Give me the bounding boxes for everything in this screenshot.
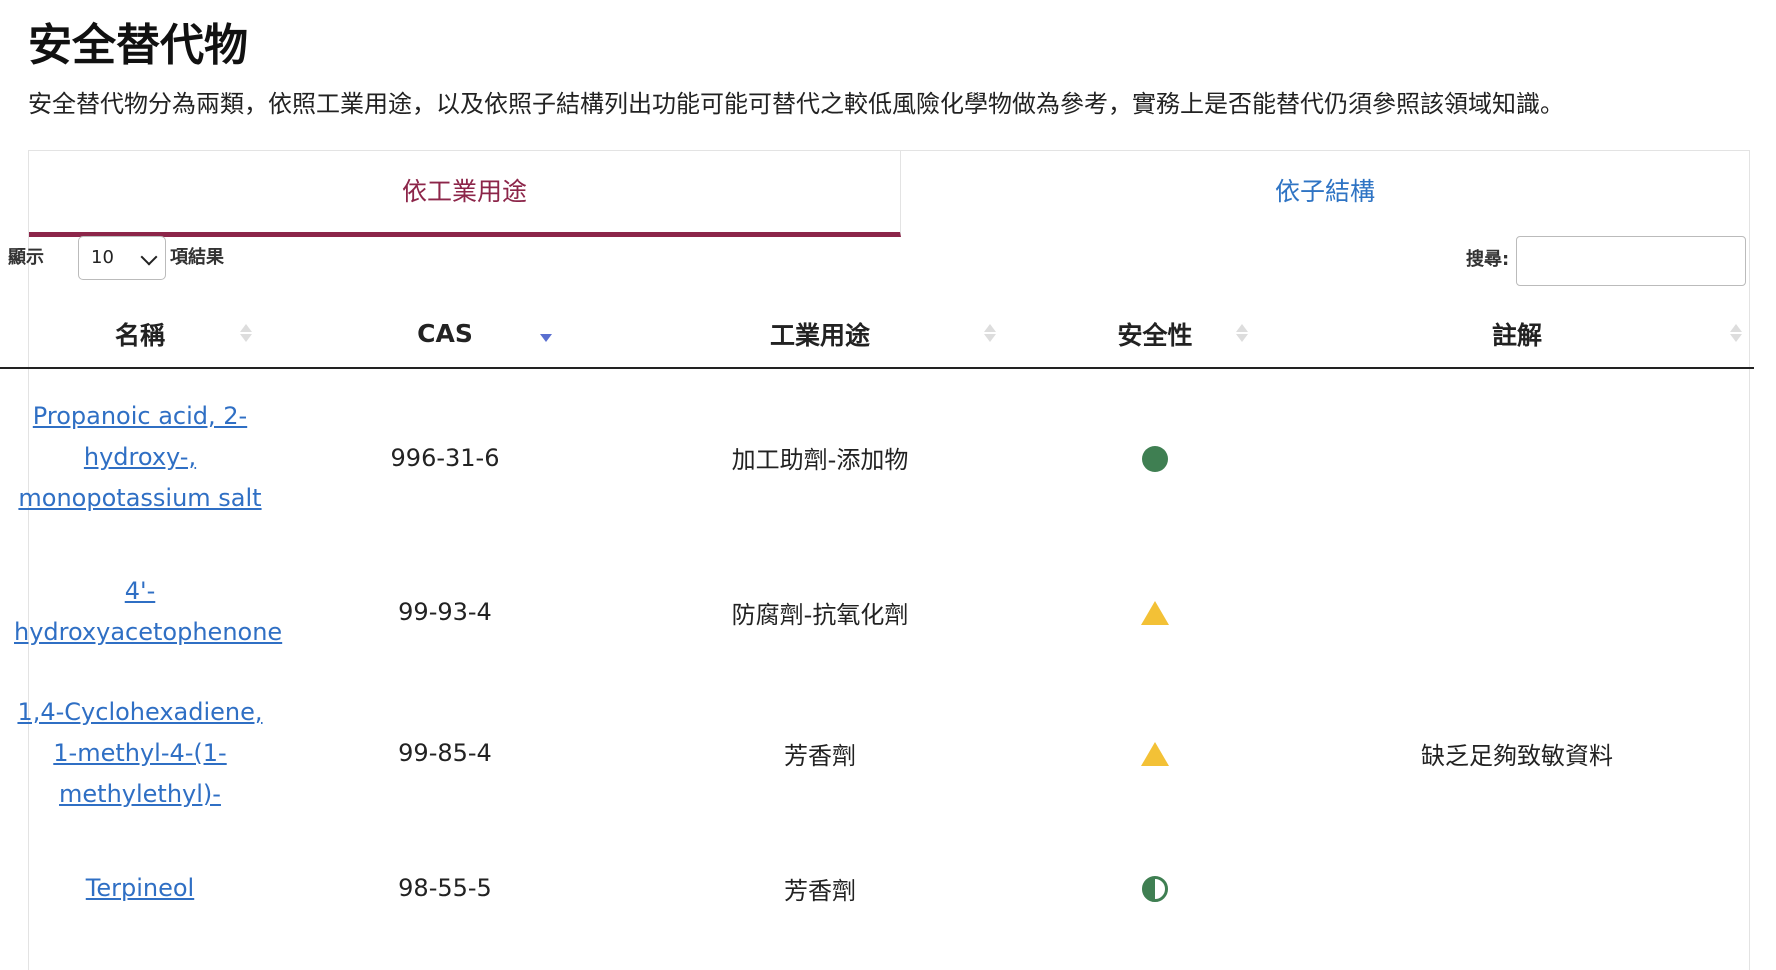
tab-industrial-use[interactable]: 依工業用途 (29, 151, 901, 237)
safety-green-circle-icon (1142, 445, 1168, 472)
table-header-row: 名稱 CAS 工業用途 安全性 註解 (0, 300, 1754, 369)
cas-number: 98-55-5 (398, 874, 492, 902)
column-label-use: 工業用途 (769, 320, 870, 350)
substitutes-table: 名稱 CAS 工業用途 安全性 註解 Propanoic acid, 2-hyd… (0, 300, 1754, 948)
column-header-safety[interactable]: 安全性 (1030, 300, 1280, 369)
table-row: Propanoic acid, 2-hydroxy-, monopotassiu… (0, 368, 1754, 546)
table-row: 1,4-Cyclohexadiene, 1-methyl-4-(1-methyl… (0, 678, 1754, 828)
search-input[interactable] (1516, 236, 1746, 286)
cas-number: 99-85-4 (398, 739, 492, 767)
sort-icon (1730, 324, 1742, 346)
industrial-use: 芳香劑 (784, 876, 856, 905)
column-label-cas: CAS (417, 319, 473, 348)
column-header-name[interactable]: 名稱 (0, 300, 280, 369)
chemical-link[interactable]: 4'-hydroxyacetophenone (14, 577, 282, 646)
column-label-note: 註解 (1491, 320, 1542, 350)
tab-substructure[interactable]: 依子結構 (901, 151, 1749, 237)
column-label-name: 名稱 (114, 320, 165, 350)
column-header-note[interactable]: 註解 (1280, 300, 1754, 369)
note (1280, 546, 1754, 678)
table-row: Terpineol 98-55-5 芳香劑 (0, 828, 1754, 948)
safety-half-circle-icon (1142, 876, 1168, 902)
note (1280, 828, 1754, 948)
industrial-use: 防腐劑-抗氧化劑 (731, 600, 909, 629)
page-length-value: 10 (91, 247, 114, 268)
sort-icon (984, 324, 996, 346)
chemical-link[interactable]: Terpineol (86, 874, 194, 902)
chemical-link[interactable]: Propanoic acid, 2-hydroxy-, monopotassiu… (18, 402, 261, 512)
sort-icon (1236, 324, 1248, 346)
industrial-use: 加工助劑-添加物 (731, 446, 909, 474)
length-label: 顯示 (8, 247, 44, 268)
cas-number: 996-31-6 (390, 443, 500, 472)
cas-number: 99-93-4 (398, 598, 492, 626)
tab-bar: 依工業用途 依子結構 (29, 151, 1749, 237)
safety-warning-triangle-icon (1141, 742, 1169, 766)
page-description: 安全替代物分為兩類，依照工業用途，以及依照子結構列出功能可能可替代之較低風險化學… (28, 90, 1564, 118)
column-header-use[interactable]: 工業用途 (610, 300, 1030, 369)
sort-descending-icon (540, 324, 552, 346)
column-label-safety: 安全性 (1117, 320, 1193, 350)
chemical-link[interactable]: 1,4-Cyclohexadiene, 1-methyl-4-(1-methyl… (17, 698, 262, 808)
page-title: 安全替代物 (28, 20, 248, 71)
sort-icon (240, 324, 252, 346)
chevron-down-icon (140, 248, 158, 266)
note (1280, 368, 1754, 546)
column-header-cas[interactable]: CAS (280, 300, 610, 369)
page-length-select[interactable]: 10 (78, 236, 166, 280)
length-suffix: 項結果 (170, 247, 224, 268)
industrial-use: 芳香劑 (784, 741, 856, 770)
table-row: 4'-hydroxyacetophenone 99-93-4 防腐劑-抗氧化劑 (0, 546, 1754, 678)
search-label: 搜尋: (1466, 249, 1510, 270)
safety-warning-triangle-icon (1141, 601, 1169, 625)
note: 缺乏足夠致敏資料 (1421, 741, 1613, 770)
